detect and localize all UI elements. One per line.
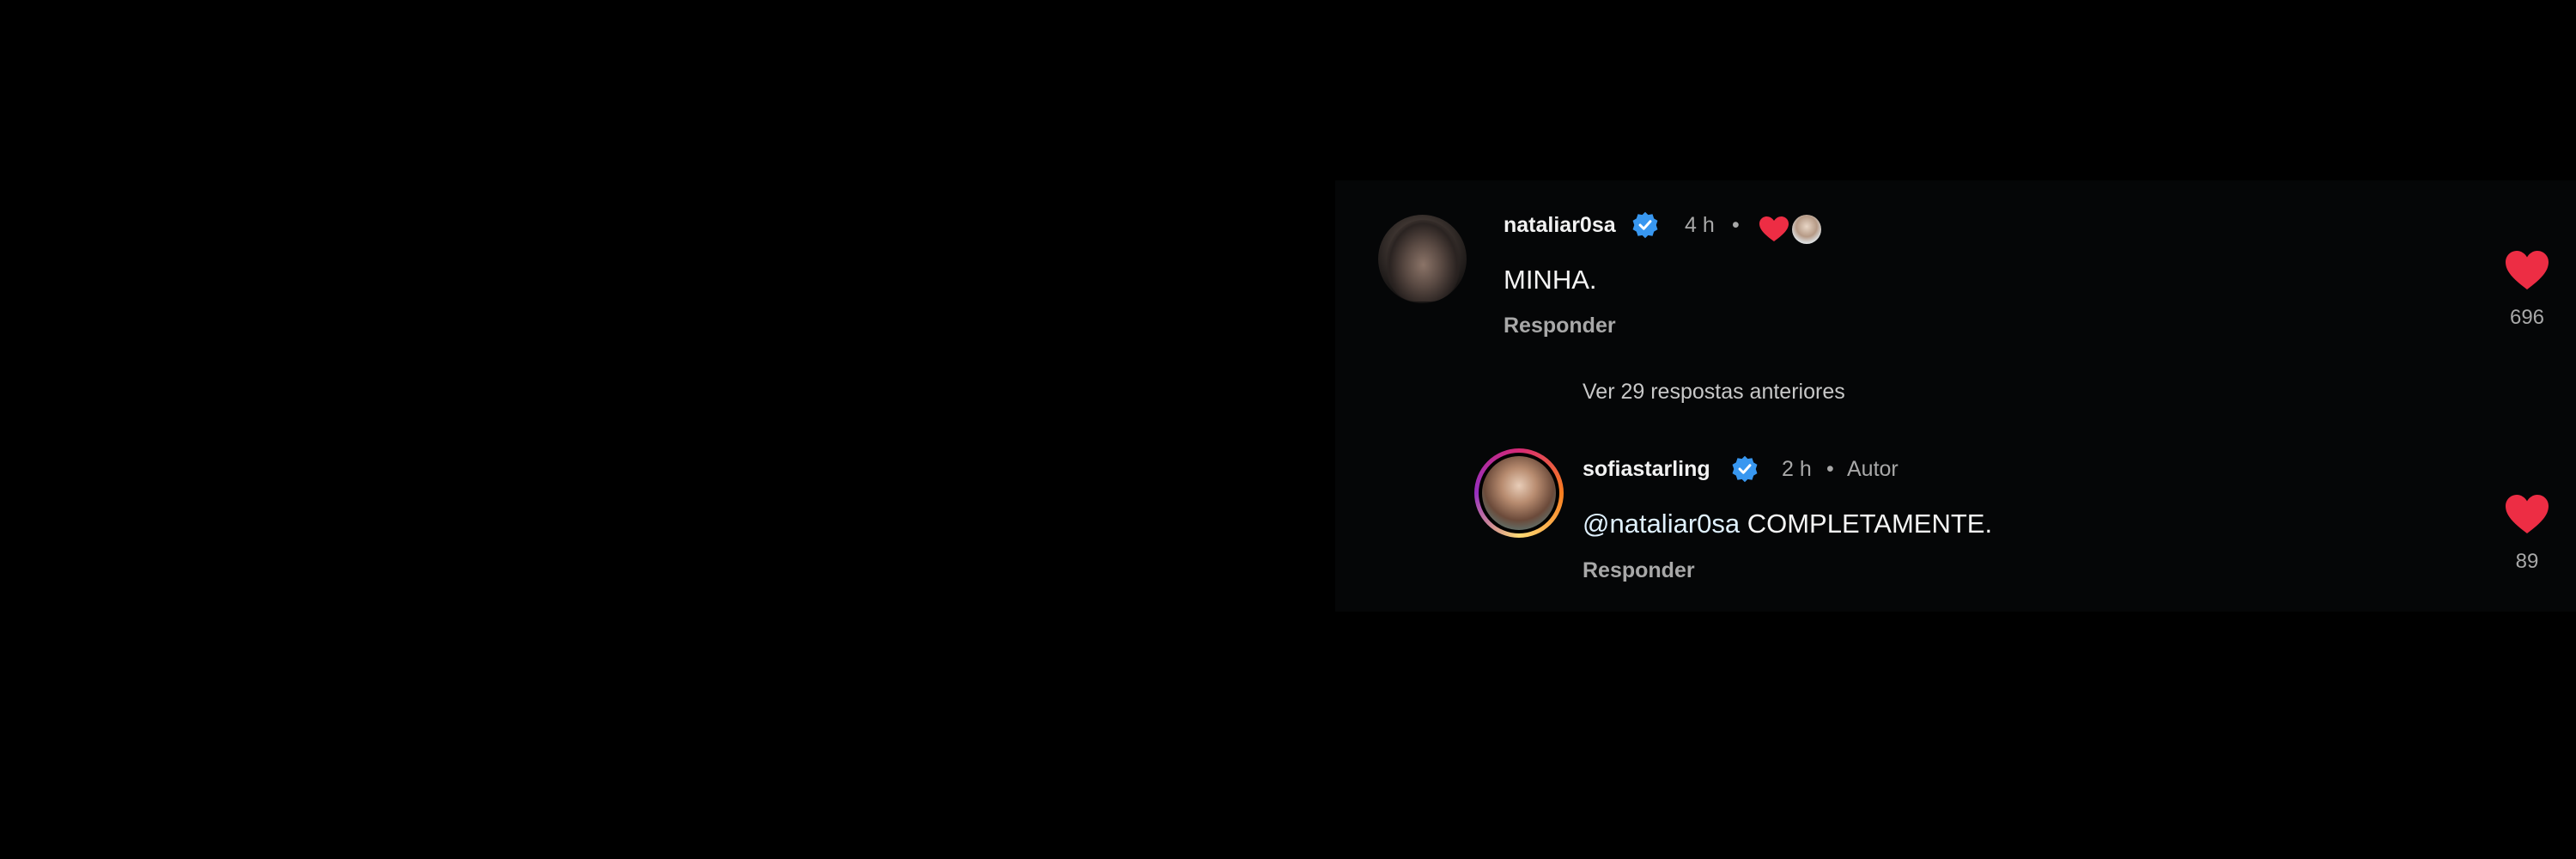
- separator-dot: •: [1732, 213, 1740, 237]
- reply-button[interactable]: Responder: [1583, 558, 1695, 583]
- reply-username[interactable]: sofiastarling: [1583, 457, 1710, 482]
- creator-mini-avatar: [1792, 215, 1821, 244]
- comments-panel: nataliar0sa 4 h • MINHA. Responder 696 V…: [1335, 180, 2576, 612]
- creator-liked-heart-icon: [1759, 216, 1789, 241]
- reply-text-content: COMPLETAMENTE.: [1740, 509, 1993, 539]
- reply-text: @nataliar0sa COMPLETAMENTE.: [1583, 509, 1992, 539]
- mention-link[interactable]: @nataliar0sa: [1583, 509, 1740, 539]
- verified-badge-icon: [1732, 455, 1758, 483]
- avatar[interactable]: [1378, 215, 1467, 303]
- like-count: 89: [2515, 550, 2539, 573]
- comment-username[interactable]: nataliar0sa: [1504, 213, 1616, 238]
- avatar-photo: [1387, 220, 1460, 302]
- separator-dot: •: [1826, 457, 1834, 481]
- comment-time: 4 h: [1685, 213, 1715, 237]
- view-previous-replies-link[interactable]: Ver 29 respostas anteriores: [1583, 380, 1845, 405]
- verified-badge-icon: [1632, 211, 1658, 239]
- avatar-border: [1479, 453, 1559, 533]
- comment-text: MINHA.: [1504, 265, 1597, 295]
- author-badge: Autor: [1847, 457, 1899, 481]
- reply-button[interactable]: Responder: [1504, 314, 1616, 338]
- like-heart-icon[interactable]: [2506, 251, 2549, 290]
- avatar-photo: [1482, 456, 1556, 530]
- like-heart-icon[interactable]: [2506, 495, 2549, 534]
- reply-time: 2 h: [1782, 457, 1812, 481]
- like-count: 696: [2509, 306, 2545, 329]
- story-ring-avatar[interactable]: [1474, 448, 1564, 538]
